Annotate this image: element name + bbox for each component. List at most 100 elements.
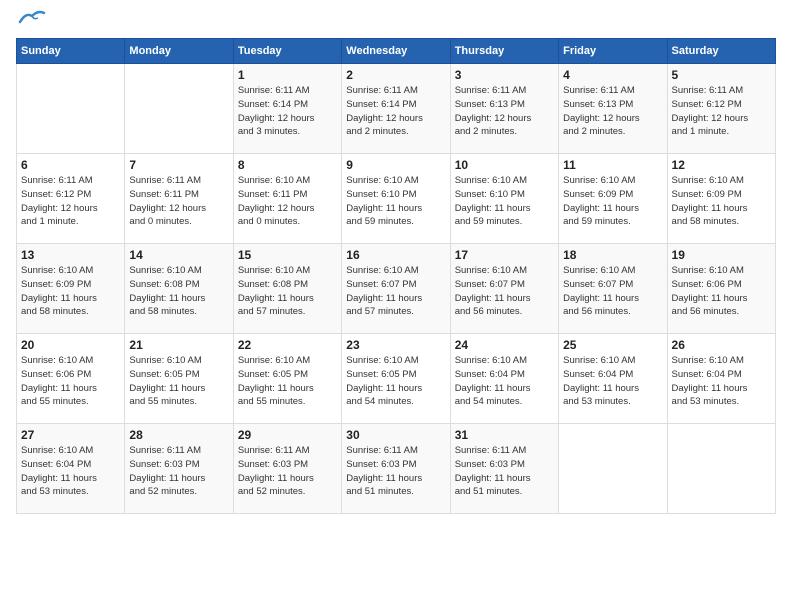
header-wednesday: Wednesday [342,39,450,64]
calendar-cell: 30 Sunrise: 6:11 AM Sunset: 6:03 PM Dayli… [342,424,450,514]
day-info: Sunrise: 6:10 AM Sunset: 6:06 PM Dayligh… [672,264,771,319]
calendar-cell: 27Sunrise: 6:10 AM Sunset: 6:04 PM Dayli… [17,424,125,514]
calendar-cell: 17 Sunrise: 6:10 AM Sunset: 6:07 PM Dayli… [450,244,558,334]
day-info: Sunrise: 6:10 AM Sunset: 6:05 PM Dayligh… [129,354,228,409]
calendar-cell: 21 Sunrise: 6:10 AM Sunset: 6:05 PM Dayli… [125,334,233,424]
day-number: 19 [672,248,771,262]
header-thursday: Thursday [450,39,558,64]
day-info: Sunrise: 6:10 AM Sunset: 6:05 PM Dayligh… [238,354,337,409]
calendar-cell: 5 Sunrise: 6:11 AM Sunset: 6:12 PM Daylig… [667,64,775,154]
logo [16,16,46,28]
calendar-cell [559,424,667,514]
day-number: 27 [21,428,120,442]
day-info: Sunrise: 6:10 AM Sunset: 6:05 PM Dayligh… [346,354,445,409]
day-number: 5 [672,68,771,82]
calendar-cell: 4 Sunrise: 6:11 AM Sunset: 6:13 PM Daylig… [559,64,667,154]
day-info: Sunrise: 6:11 AM Sunset: 6:14 PM Dayligh… [238,84,337,139]
calendar-cell: 22 Sunrise: 6:10 AM Sunset: 6:05 PM Dayli… [233,334,341,424]
calendar-cell: 7Sunrise: 6:11 AM Sunset: 6:11 PM Daylig… [125,154,233,244]
day-number: 14 [129,248,228,262]
day-number: 22 [238,338,337,352]
calendar-cell: 12Sunrise: 6:10 AM Sunset: 6:09 PM Dayli… [667,154,775,244]
day-info: Sunrise: 6:10 AM Sunset: 6:07 PM Dayligh… [563,264,662,319]
calendar-table: SundayMondayTuesdayWednesdayThursdayFrid… [16,38,776,514]
day-number: 17 [455,248,554,262]
header-friday: Friday [559,39,667,64]
logo-bird-icon [18,8,46,28]
day-info: Sunrise: 6:11 AM Sunset: 6:03 PM Dayligh… [455,444,554,499]
calendar-cell: 11 Sunrise: 6:10 AM Sunset: 6:09 PM Dayli… [559,154,667,244]
day-info: Sunrise: 6:10 AM Sunset: 6:10 PM Dayligh… [455,174,554,229]
day-info: Sunrise: 6:10 AM Sunset: 6:09 PM Dayligh… [672,174,771,229]
day-number: 15 [238,248,337,262]
calendar-cell [125,64,233,154]
header-tuesday: Tuesday [233,39,341,64]
calendar-cell: 3 Sunrise: 6:11 AM Sunset: 6:13 PM Daylig… [450,64,558,154]
calendar-cell: 8 Sunrise: 6:10 AM Sunset: 6:11 PM Daylig… [233,154,341,244]
day-number: 9 [346,158,445,172]
calendar-cell: 25Sunrise: 6:10 AM Sunset: 6:04 PM Dayli… [559,334,667,424]
day-info: Sunrise: 6:11 AM Sunset: 6:13 PM Dayligh… [455,84,554,139]
calendar-cell: 24 Sunrise: 6:10 AM Sunset: 6:04 PM Dayli… [450,334,558,424]
day-number: 4 [563,68,662,82]
day-info: Sunrise: 6:10 AM Sunset: 6:09 PM Dayligh… [563,174,662,229]
day-info: Sunrise: 6:11 AM Sunset: 6:03 PM Dayligh… [346,444,445,499]
header-sunday: Sunday [17,39,125,64]
week-row-5: 27Sunrise: 6:10 AM Sunset: 6:04 PM Dayli… [17,424,776,514]
day-number: 6 [21,158,120,172]
calendar-cell: 23 Sunrise: 6:10 AM Sunset: 6:05 PM Dayli… [342,334,450,424]
day-number: 11 [563,158,662,172]
day-number: 10 [455,158,554,172]
calendar-cell: 20 Sunrise: 6:10 AM Sunset: 6:06 PM Dayli… [17,334,125,424]
day-info: Sunrise: 6:10 AM Sunset: 6:04 PM Dayligh… [672,354,771,409]
calendar-cell: 6 Sunrise: 6:11 AM Sunset: 6:12 PM Daylig… [17,154,125,244]
header-saturday: Saturday [667,39,775,64]
calendar-cell: 2Sunrise: 6:11 AM Sunset: 6:14 PM Daylig… [342,64,450,154]
page-header [16,16,776,28]
day-info: Sunrise: 6:11 AM Sunset: 6:12 PM Dayligh… [672,84,771,139]
day-number: 30 [346,428,445,442]
calendar-cell: 13Sunrise: 6:10 AM Sunset: 6:09 PM Dayli… [17,244,125,334]
day-number: 3 [455,68,554,82]
day-info: Sunrise: 6:11 AM Sunset: 6:03 PM Dayligh… [238,444,337,499]
day-number: 23 [346,338,445,352]
day-number: 7 [129,158,228,172]
calendar-cell [667,424,775,514]
day-number: 25 [563,338,662,352]
day-number: 1 [238,68,337,82]
week-row-4: 20 Sunrise: 6:10 AM Sunset: 6:06 PM Dayli… [17,334,776,424]
header-monday: Monday [125,39,233,64]
day-info: Sunrise: 6:10 AM Sunset: 6:10 PM Dayligh… [346,174,445,229]
day-info: Sunrise: 6:11 AM Sunset: 6:12 PM Dayligh… [21,174,120,229]
week-row-3: 13Sunrise: 6:10 AM Sunset: 6:09 PM Dayli… [17,244,776,334]
calendar-cell: 16 Sunrise: 6:10 AM Sunset: 6:07 PM Dayli… [342,244,450,334]
calendar-cell: 15 Sunrise: 6:10 AM Sunset: 6:08 PM Dayli… [233,244,341,334]
week-row-1: 1 Sunrise: 6:11 AM Sunset: 6:14 PM Daylig… [17,64,776,154]
day-number: 31 [455,428,554,442]
day-number: 8 [238,158,337,172]
calendar-cell: 14Sunrise: 6:10 AM Sunset: 6:08 PM Dayli… [125,244,233,334]
day-number: 28 [129,428,228,442]
calendar-cell: 31 Sunrise: 6:11 AM Sunset: 6:03 PM Dayli… [450,424,558,514]
day-info: Sunrise: 6:10 AM Sunset: 6:06 PM Dayligh… [21,354,120,409]
day-number: 20 [21,338,120,352]
day-number: 16 [346,248,445,262]
day-info: Sunrise: 6:10 AM Sunset: 6:04 PM Dayligh… [455,354,554,409]
day-number: 18 [563,248,662,262]
day-info: Sunrise: 6:10 AM Sunset: 6:07 PM Dayligh… [346,264,445,319]
header-row: SundayMondayTuesdayWednesdayThursdayFrid… [17,39,776,64]
day-info: Sunrise: 6:10 AM Sunset: 6:07 PM Dayligh… [455,264,554,319]
day-info: Sunrise: 6:10 AM Sunset: 6:08 PM Dayligh… [238,264,337,319]
calendar-cell: 19 Sunrise: 6:10 AM Sunset: 6:06 PM Dayli… [667,244,775,334]
calendar-cell: 9 Sunrise: 6:10 AM Sunset: 6:10 PM Daylig… [342,154,450,244]
day-number: 21 [129,338,228,352]
day-info: Sunrise: 6:11 AM Sunset: 6:14 PM Dayligh… [346,84,445,139]
day-info: Sunrise: 6:10 AM Sunset: 6:11 PM Dayligh… [238,174,337,229]
day-number: 29 [238,428,337,442]
day-number: 24 [455,338,554,352]
calendar-cell: 1 Sunrise: 6:11 AM Sunset: 6:14 PM Daylig… [233,64,341,154]
day-info: Sunrise: 6:11 AM Sunset: 6:03 PM Dayligh… [129,444,228,499]
calendar-cell: 18 Sunrise: 6:10 AM Sunset: 6:07 PM Dayli… [559,244,667,334]
week-row-2: 6 Sunrise: 6:11 AM Sunset: 6:12 PM Daylig… [17,154,776,244]
day-info: Sunrise: 6:11 AM Sunset: 6:13 PM Dayligh… [563,84,662,139]
